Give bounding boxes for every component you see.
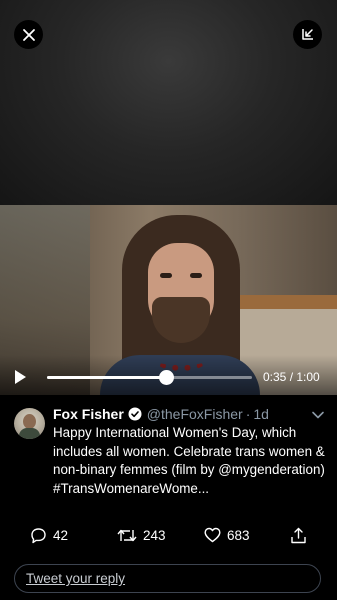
display-name[interactable]: Fox Fisher xyxy=(53,406,124,422)
separator: · xyxy=(245,406,251,422)
minimize-button[interactable] xyxy=(293,20,322,49)
video-person-eye xyxy=(190,273,202,278)
video-background-shelf xyxy=(240,295,337,309)
chevron-down-icon xyxy=(312,411,324,419)
avatar[interactable] xyxy=(14,408,45,439)
avatar-body xyxy=(19,428,40,439)
time-display: 0:35 / 1:00 xyxy=(263,370,320,384)
reply-button[interactable]: 42 xyxy=(30,527,68,544)
avatar-head xyxy=(23,414,36,429)
progress-scrubber[interactable] xyxy=(158,370,174,385)
retweet-count: 243 xyxy=(143,528,166,543)
reply-input[interactable]: Tweet your reply xyxy=(14,564,321,593)
reply-icon xyxy=(31,528,46,544)
tweet-actions: 42 243 683 xyxy=(0,527,337,549)
close-button[interactable] xyxy=(14,20,43,49)
retweet-button[interactable]: 243 xyxy=(117,527,166,544)
retweet-icon xyxy=(117,529,137,542)
video-controls: 0:35 / 1:00 xyxy=(0,355,337,395)
progress-fill xyxy=(47,376,166,379)
mention-link[interactable]: @mygenderation xyxy=(218,462,320,477)
more-menu-button[interactable] xyxy=(311,408,325,422)
reply-placeholder: Tweet your reply xyxy=(26,571,126,586)
handle[interactable]: @theFoxFisher xyxy=(147,406,243,422)
heart-icon xyxy=(204,527,221,543)
play-icon xyxy=(15,370,26,384)
hashtag-link[interactable]: #TransWomenareWome... xyxy=(53,481,209,496)
media-backdrop xyxy=(0,0,337,205)
tweet-text: Happy International Women's Day, which i… xyxy=(53,425,325,496)
video-person-eye xyxy=(160,273,172,278)
close-icon xyxy=(22,28,35,41)
share-button[interactable] xyxy=(290,527,313,544)
verified-badge-icon xyxy=(128,407,142,421)
reply-count: 42 xyxy=(53,528,69,543)
like-count: 683 xyxy=(227,527,250,543)
minimize-icon xyxy=(302,29,313,40)
like-button[interactable]: 683 xyxy=(204,527,250,543)
tweet-age[interactable]: 1d xyxy=(253,406,269,422)
tweet-header: Fox Fisher @theFoxFisher · 1d xyxy=(53,406,313,422)
share-icon xyxy=(291,527,306,544)
play-button[interactable] xyxy=(12,369,28,385)
progress-bar[interactable] xyxy=(47,370,252,385)
tweet[interactable]: Fox Fisher @theFoxFisher · 1d Happy Inte… xyxy=(0,396,337,600)
